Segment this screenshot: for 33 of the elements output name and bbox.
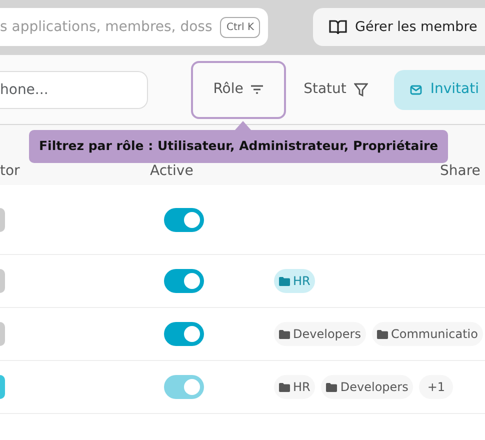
- search-placeholder: s applications, membres, doss: [0, 18, 212, 36]
- toggle-switch[interactable]: [164, 322, 204, 346]
- book-icon: [329, 19, 347, 35]
- search-field[interactable]: s applications, membres, doss Ctrl K: [0, 8, 268, 46]
- manage-members-button[interactable]: Gérer les membre: [313, 8, 485, 46]
- folder-icon: [279, 382, 290, 392]
- column-header: tor: [0, 162, 20, 181]
- toggle-switch[interactable]: [164, 208, 204, 232]
- search-field[interactable]: hone...: [0, 70, 148, 108]
- folder-tag: HR: [274, 375, 316, 399]
- funnel-icon: [354, 82, 368, 96]
- envelope-icon: [410, 84, 422, 94]
- folder-tag: Developers: [274, 322, 366, 346]
- shortcut-hint: Ctrl K: [220, 16, 260, 38]
- folder-icon: [279, 330, 290, 338]
- column-header: Active: [150, 162, 194, 181]
- folder-tag: Developers: [321, 375, 414, 399]
- toggle-switch[interactable]: [164, 269, 204, 293]
- toggle-switch[interactable]: [0, 269, 5, 293]
- status-filter-button[interactable]: Statut: [298, 78, 374, 101]
- folder-icon: [376, 330, 388, 338]
- toggle-switch[interactable]: [0, 322, 5, 346]
- column-header: Share: [440, 162, 480, 181]
- filter-lines-icon: [251, 85, 264, 94]
- role-filter-tooltip: Filtrez par rôle : Utilisateur, Administrateur, Propriétaire: [29, 130, 448, 163]
- folder-tag: HR: [274, 269, 316, 293]
- role-filter-button[interactable]: Rôle: [191, 60, 286, 118]
- more-count-tag: +1: [419, 375, 454, 399]
- folder-icon: [326, 382, 338, 392]
- folder-icon: [279, 276, 290, 286]
- toggle-switch[interactable]: [0, 375, 5, 399]
- folder-tag: Communicatio: [372, 322, 483, 346]
- toggle-switch[interactable]: [0, 208, 5, 232]
